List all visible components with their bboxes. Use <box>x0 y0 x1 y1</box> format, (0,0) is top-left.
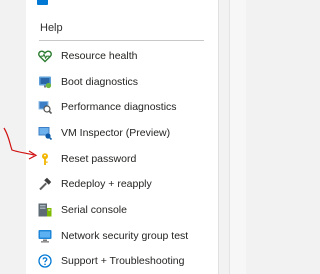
performance-diagnostics-icon <box>38 100 52 115</box>
menu-item-vm-inspector[interactable]: VM Inspector (Preview) <box>26 120 218 146</box>
help-menu-list: Resource health Boot diagnostics Perform… <box>26 43 218 274</box>
question-icon <box>38 254 52 268</box>
boot-diagnostics-icon <box>38 75 52 89</box>
menu-item-reset-password[interactable]: Reset password <box>26 146 218 172</box>
menu-item-serial-console[interactable]: Serial console <box>26 197 218 223</box>
menu-item-redeploy-reapply[interactable]: Redeploy + reapply <box>26 171 218 197</box>
menu-item-label: Network security group test <box>61 229 189 242</box>
menu-item-label: Performance diagnostics <box>61 101 177 114</box>
network-security-icon <box>38 229 52 243</box>
menu-item-label: Boot diagnostics <box>61 75 139 88</box>
partial-menu-item[interactable] <box>36 0 49 8</box>
heart-icon <box>38 49 52 63</box>
help-section-header: Help <box>40 22 63 34</box>
menu-item-performance-diagnostics[interactable]: Performance diagnostics <box>26 94 218 120</box>
vm-inspector-icon <box>38 126 52 140</box>
menu-item-boot-diagnostics[interactable]: Boot diagnostics <box>26 69 218 95</box>
menu-item-label: Redeploy + reapply <box>61 178 152 191</box>
menu-item-label: Support + Troubleshooting <box>61 255 185 268</box>
partial-item-icon <box>36 0 49 7</box>
serial-console-icon <box>38 203 52 217</box>
key-icon <box>38 152 52 166</box>
menu-item-network-security-group-test[interactable]: Network security group test <box>26 223 218 249</box>
help-menu-panel: Help Resource health Boot diagnostics Pe… <box>26 0 219 274</box>
menu-item-label: VM Inspector (Preview) <box>61 126 171 139</box>
menu-item-label: Reset password <box>61 152 137 165</box>
section-divider <box>39 40 204 41</box>
menu-item-support-troubleshooting[interactable]: Support + Troubleshooting <box>26 249 218 274</box>
hammer-icon <box>38 177 52 191</box>
screenshot-page: Help Resource health Boot diagnostics Pe… <box>0 0 246 274</box>
scrollbar[interactable] <box>229 0 246 274</box>
menu-item-label: Serial console <box>61 203 127 216</box>
menu-item-resource-health[interactable]: Resource health <box>26 43 218 69</box>
menu-item-label: Resource health <box>61 49 138 62</box>
